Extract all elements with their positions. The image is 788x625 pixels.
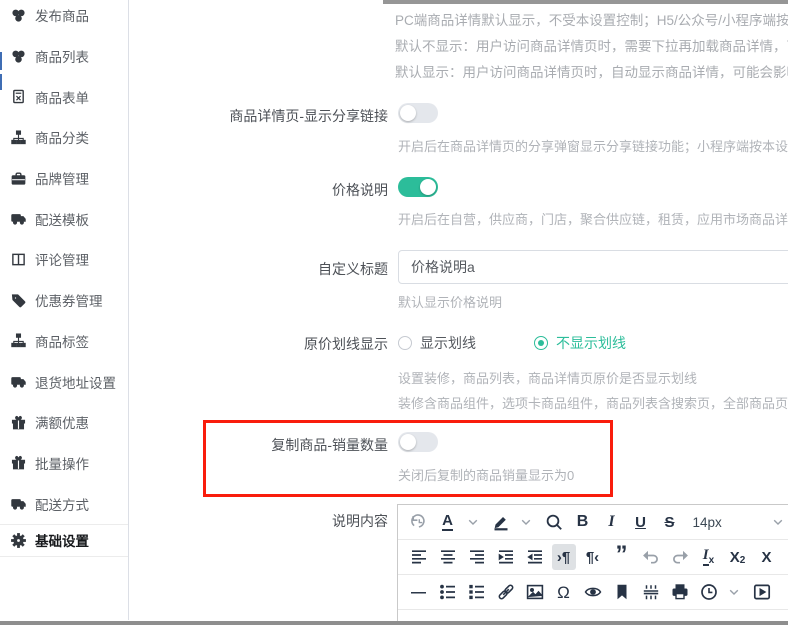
history-icon[interactable] (407, 509, 431, 535)
radio-circle-icon (398, 336, 412, 350)
tag-icon (11, 293, 26, 308)
editor-toolbar-row-1: A B I U S 14px (398, 505, 788, 540)
font-color-icon[interactable]: A (436, 509, 460, 535)
intro-line-1: PC端商品详情默认显示，不受本设置控制；H5/公众号/小程序端按本设置控制； (395, 9, 788, 29)
custom-title-label: 自定义标题 (0, 259, 388, 279)
page-break-icon[interactable] (639, 579, 663, 605)
print-icon[interactable] (668, 579, 692, 605)
align-left-icon[interactable] (407, 544, 431, 570)
background-artifact (0, 74, 2, 90)
toggle-knob (420, 179, 436, 195)
content-label: 说明内容 (0, 511, 388, 531)
rtl-icon[interactable]: ¶‹ (581, 544, 605, 570)
media-icon[interactable] (750, 579, 774, 605)
gift-icon (11, 415, 26, 430)
top-overlay-edge (383, 0, 788, 4)
bookmark-icon[interactable] (610, 579, 634, 605)
truck-icon (11, 211, 26, 226)
font-size-dropdown[interactable]: 14px (687, 509, 783, 535)
blockquote-icon[interactable]: ” (610, 544, 634, 570)
datetime-clock-icon[interactable] (697, 579, 721, 605)
radio-show-strike[interactable]: 显示划线 (398, 333, 476, 353)
toggle-knob (400, 105, 416, 121)
underline-icon[interactable]: U (629, 509, 653, 535)
custom-title-input[interactable] (398, 250, 788, 284)
radio-circle-icon (534, 336, 548, 350)
copy-sales-label: 复制商品-销量数量 (0, 435, 388, 455)
share-link-toggle[interactable] (398, 103, 438, 123)
sidebar-divider (0, 556, 128, 557)
indent-icon[interactable] (523, 544, 547, 570)
price-note-helper: 开启后在自营，供应商，门店，聚合供应链，租赁，应用市场商品详情页显示价格 (398, 209, 788, 228)
image-icon[interactable] (523, 579, 547, 605)
horizontal-rule-icon[interactable]: — (407, 579, 431, 605)
font-size-value: 14px (693, 515, 722, 530)
search-icon[interactable] (542, 509, 566, 535)
sidebar-item-return-address[interactable]: 退货地址设置 (0, 361, 128, 402)
strikethrough-icon[interactable]: S (658, 509, 682, 535)
strike-price-helper-2: 装修含商品组件，选项卡商品组件，商品列表含搜索页，全部商品页，品牌商品页 (398, 393, 788, 412)
editor-toolbar-row-2: ›¶ ¶‹ ” Ix X2 X (398, 540, 788, 575)
sidebar-item-product-list[interactable]: 商品列表 (0, 36, 128, 77)
sidebar-item-publish-product[interactable]: 发布商品 (0, 0, 128, 36)
bold-icon[interactable]: B (571, 509, 595, 535)
numbered-list-icon[interactable] (465, 579, 489, 605)
strike-price-helper-1: 设置装修，商品列表，商品详情页原价是否显示划线 (398, 368, 788, 387)
sidebar-item-coupon-management[interactable]: 优惠券管理 (0, 280, 128, 321)
undo-icon[interactable] (639, 544, 663, 570)
sitemap-icon (11, 130, 26, 145)
redo-icon[interactable] (668, 544, 692, 570)
app-window: 发布商品 商品列表 商品表单 商品分类 品牌管理 配送模板 评论管理 优惠券管理… (0, 0, 788, 625)
price-note-toggle[interactable] (398, 177, 438, 197)
cubes-icon (11, 49, 26, 64)
truck-icon (11, 374, 26, 389)
chevron-down-icon (773, 519, 783, 526)
outdent-icon[interactable] (494, 544, 518, 570)
clear-format-icon[interactable]: Ix (697, 544, 721, 570)
gear-icon (11, 533, 26, 548)
background-artifact (0, 52, 2, 70)
copy-sales-helper: 关闭后复制的商品销量显示为0 (398, 465, 788, 484)
bottom-window-edge (0, 621, 788, 625)
gift-icon (11, 455, 26, 470)
intro-line-3: 默认显示：用户访问商品详情页时，自动显示商品详情，可能会影响商品详情打开 (395, 61, 788, 81)
custom-title-helper: 默认显示价格说明 (398, 292, 788, 311)
share-link-label: 商品详情页-显示分享链接 (0, 106, 388, 126)
chevron-down-icon[interactable] (461, 509, 485, 535)
editor-toolbar-row-3: — Ω (398, 575, 788, 610)
chevron-down-icon[interactable] (514, 509, 538, 535)
truck-icon (11, 496, 26, 511)
radio-hide-strike[interactable]: 不显示划线 (534, 333, 626, 353)
subscript-icon[interactable]: X2 (726, 544, 750, 570)
special-char-icon[interactable]: Ω (552, 579, 576, 605)
highlight-color-icon[interactable] (489, 509, 513, 535)
file-icon (11, 89, 26, 104)
strike-price-label: 原价划线显示 (0, 334, 388, 354)
share-link-helper: 开启后在商品详情页的分享弹窗显示分享链接功能；小程序端按本设置控制 (398, 136, 788, 155)
rich-text-editor: A B I U S 14px ›¶ ¶‹ ” Ix (397, 504, 788, 625)
toggle-knob (400, 434, 416, 450)
align-right-icon[interactable] (465, 544, 489, 570)
link-icon[interactable] (494, 579, 518, 605)
align-center-icon[interactable] (436, 544, 460, 570)
ltr-icon[interactable]: ›¶ (552, 544, 576, 570)
price-note-label: 价格说明 (0, 180, 388, 200)
copy-sales-toggle[interactable] (398, 432, 438, 452)
bullet-list-icon[interactable] (436, 579, 460, 605)
preview-eye-icon[interactable] (581, 579, 605, 605)
italic-icon[interactable]: I (600, 509, 624, 535)
chevron-down-icon[interactable] (722, 579, 746, 605)
intro-line-2: 默认不显示：用户访问商品详情页时，需要下拉再加载商品详情，可以提升页面打开 (395, 35, 788, 55)
strike-price-radio-group: 显示划线 不显示划线 (398, 333, 626, 353)
sidebar-item-delivery-template[interactable]: 配送模板 (0, 198, 128, 239)
cubes-icon (11, 8, 26, 23)
superscript-icon[interactable]: X (755, 544, 779, 570)
